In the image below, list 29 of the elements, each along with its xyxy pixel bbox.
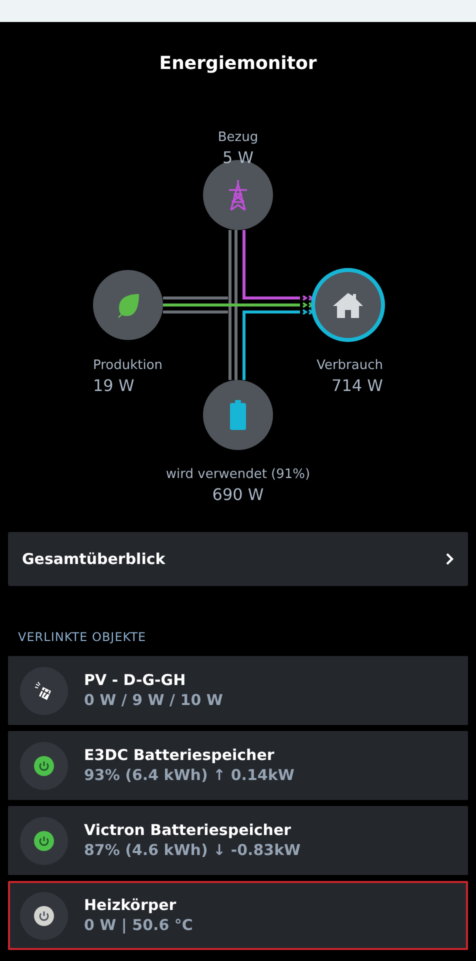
flow-value: 714 W [332,376,383,396]
object-detail: 87% (4.6 kWh) ↓ -0.83kW [84,840,301,860]
object-detail: 0 W | 50.6 °C [84,916,193,935]
flow-value: 690 W [212,485,264,504]
flow-label: Bezug [218,130,258,146]
linked-object-row[interactable]: Victron Batteriespeicher 87% (4.6 kWh) ↓ -0.83kW [8,806,468,875]
flow-label: Produktion [93,358,163,374]
linked-object-row[interactable]: PV - D-G-GH 0 W / 9 W / 10 W [8,656,468,725]
object-name: Heizkörper [84,896,178,916]
flow-value: 5 W [222,148,254,168]
tower-icon [226,178,250,212]
solar-panel-icon [34,680,54,700]
flow-label: wird verwendet (91%) [166,467,310,483]
flow-value: 19 W [93,376,134,396]
linked-object-row[interactable]: Heizkörper 0 W | 50.6 °C [8,881,468,950]
object-name: Victron Batteriespeicher [84,821,292,840]
page-title: Energiemonitor [159,53,317,74]
object-detail: 93% (6.4 kWh) ↑ 0.14kW [84,766,294,785]
linked-object-row[interactable]: E3DC Batteriespeicher 93% (6.4 kWh) ↑ 0.14kW [8,731,468,800]
section-header: VERLINKTE OBJEKTE [18,630,146,644]
object-detail: 0 W / 9 W / 10 W [84,690,223,710]
flow-label: Verbrauch [316,358,383,374]
object-name: PV - D-G-GH [84,671,187,690]
battery-icon [230,400,246,430]
overview-row[interactable]: Gesamtüberblick [8,532,468,586]
flow-node[interactable] [315,272,381,338]
object-name: E3DC Batteriespeicher [84,746,276,766]
house-icon [332,291,364,319]
chevron-right-icon [445,552,454,566]
